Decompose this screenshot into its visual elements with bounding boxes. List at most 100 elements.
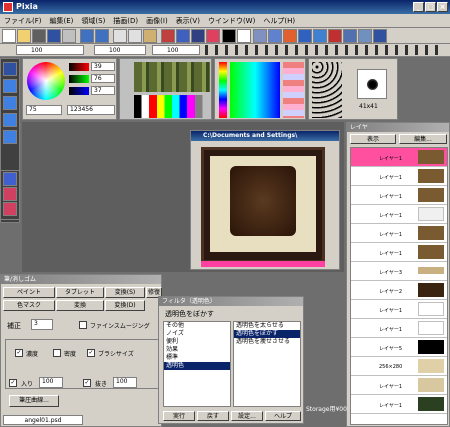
convert-s-tab[interactable]: 変換(S) xyxy=(105,287,145,298)
brush-tool-icon[interactable] xyxy=(161,29,175,43)
close-button[interactable]: × xyxy=(437,2,448,12)
texture-swatches[interactable] xyxy=(134,62,210,92)
brush-grid[interactable] xyxy=(312,62,342,118)
layers-edit-button[interactable]: 編集... xyxy=(399,134,447,144)
size-field-b[interactable]: 100 xyxy=(94,45,146,55)
color-swatch-white-icon[interactable] xyxy=(237,29,251,43)
layer-row[interactable]: レイヤー1 xyxy=(351,205,447,224)
density-checkbox[interactable]: ✓ xyxy=(15,349,23,357)
undo-icon[interactable] xyxy=(80,29,94,43)
eraser-tool-icon[interactable] xyxy=(206,29,220,43)
effect-item[interactable]: 透明色を太らせる xyxy=(234,322,300,330)
paint-tab[interactable]: ペイント xyxy=(3,287,55,298)
copy-icon[interactable] xyxy=(128,29,142,43)
layer-a-icon[interactable] xyxy=(3,172,17,186)
convert-d-tab[interactable]: 変換(D) xyxy=(105,300,145,311)
pen-tool-icon[interactable] xyxy=(191,29,205,43)
hex-value[interactable]: 123456 xyxy=(67,105,115,115)
convert-tab[interactable]: 変換 xyxy=(56,300,104,311)
color-mask-tab[interactable]: 色マスク xyxy=(3,300,55,311)
g-bar[interactable] xyxy=(69,75,89,83)
menu-file[interactable]: ファイル(F) xyxy=(0,14,46,27)
rotate-tool-icon[interactable] xyxy=(313,29,327,43)
layer-row[interactable]: 256×280 xyxy=(351,357,447,376)
alpha-bar[interactable]: 75 xyxy=(26,105,62,115)
square-select-icon[interactable] xyxy=(3,79,17,93)
info-icon[interactable] xyxy=(373,29,387,43)
menu-draw[interactable]: 描画(D) xyxy=(109,14,142,27)
pencil-icon[interactable] xyxy=(3,62,17,76)
layer-row[interactable]: レイヤー1 xyxy=(351,395,447,414)
effect-item[interactable]: 透明色を痩せさせる xyxy=(234,338,300,346)
saturation-field[interactable] xyxy=(230,62,280,118)
line-tool-icon[interactable] xyxy=(3,113,17,127)
in-input[interactable]: 100 xyxy=(39,377,63,388)
layer-row[interactable]: レイヤー1 xyxy=(351,224,447,243)
gradient-swatches[interactable] xyxy=(283,62,304,118)
layer-row[interactable]: レイヤー5 xyxy=(351,338,447,357)
camera-icon[interactable] xyxy=(32,29,46,43)
menu-view[interactable]: 表示(V) xyxy=(172,14,204,27)
category-item[interactable]: 便利 xyxy=(164,338,230,346)
move-tool-icon[interactable] xyxy=(268,29,282,43)
correction-input[interactable]: 3 xyxy=(31,319,53,330)
settings-button[interactable]: 設定... xyxy=(231,411,263,421)
out-checkbox[interactable]: ✓ xyxy=(83,379,91,387)
smoothing-checkbox[interactable] xyxy=(79,321,87,329)
image-frame[interactable] xyxy=(201,147,325,263)
new-file-icon[interactable] xyxy=(2,29,16,43)
pressure-curve-button[interactable]: 筆圧曲線... xyxy=(9,395,59,407)
tablet-tab[interactable]: タブレット xyxy=(56,287,104,298)
grid-tool-icon[interactable] xyxy=(358,29,372,43)
category-item-selected[interactable]: 透明色 xyxy=(164,362,230,370)
effect-item-selected[interactable]: 透明色をぼかす xyxy=(234,330,300,338)
layer-b-icon[interactable] xyxy=(3,187,17,201)
paste-icon[interactable] xyxy=(143,29,157,43)
in-checkbox[interactable]: ✓ xyxy=(9,379,17,387)
menu-window[interactable]: ウインドウ(W) xyxy=(204,14,259,27)
size-field-a[interactable]: 100 xyxy=(16,45,84,55)
color-wheel[interactable] xyxy=(27,62,65,100)
g-value[interactable]: 76 xyxy=(91,74,115,83)
b-bar[interactable] xyxy=(69,87,89,95)
color-swatches[interactable] xyxy=(134,95,210,118)
layer-row[interactable]: レイヤー1 xyxy=(351,243,447,262)
opacity-checkbox[interactable] xyxy=(53,349,61,357)
redo-icon[interactable] xyxy=(95,29,109,43)
save-icon[interactable] xyxy=(47,29,61,43)
undo-button[interactable]: 戻す xyxy=(197,411,229,421)
minimize-button[interactable]: _ xyxy=(413,2,424,12)
brush-shapes-strip[interactable] xyxy=(205,45,445,55)
menu-image[interactable]: 画像(I) xyxy=(142,14,172,27)
hue-slider[interactable] xyxy=(219,62,227,118)
brushsize-checkbox[interactable]: ✓ xyxy=(87,349,95,357)
text-tool-icon[interactable] xyxy=(3,130,17,144)
menu-edit[interactable]: 編集(E) xyxy=(46,14,78,27)
hand-tool-icon[interactable] xyxy=(298,29,312,43)
layer-row[interactable]: レイヤー1 xyxy=(351,167,447,186)
r-bar[interactable] xyxy=(69,63,89,71)
help-button[interactable]: ヘルプ xyxy=(265,411,301,421)
select-tool-icon[interactable] xyxy=(253,29,267,43)
layer-c-icon[interactable] xyxy=(3,202,17,216)
print-icon[interactable] xyxy=(62,29,76,43)
layer-row[interactable]: レイヤー1 xyxy=(351,319,447,338)
out-input[interactable]: 100 xyxy=(113,377,137,388)
zoom-tool-icon[interactable] xyxy=(283,29,297,43)
layer-row[interactable]: レイヤー3 xyxy=(351,262,447,281)
layer-row[interactable]: レイヤー1 xyxy=(351,186,447,205)
b-value[interactable]: 37 xyxy=(91,86,115,95)
cut-icon[interactable] xyxy=(113,29,127,43)
color-swatch-black-icon[interactable] xyxy=(222,29,236,43)
category-item[interactable]: 効果 xyxy=(164,346,230,354)
layer-row[interactable]: レイヤー1 xyxy=(351,376,447,395)
layer-row[interactable]: レイヤー1 xyxy=(351,148,447,167)
layer-row[interactable]: レイヤー1 xyxy=(351,300,447,319)
layer-tool-icon[interactable] xyxy=(343,29,357,43)
maximize-button[interactable]: □ xyxy=(425,2,436,12)
menu-help[interactable]: ヘルプ(H) xyxy=(259,14,299,27)
run-button[interactable]: 実行 xyxy=(163,411,195,421)
filter-tool-icon[interactable] xyxy=(328,29,342,43)
layer-row[interactable]: レイヤー2 xyxy=(351,281,447,300)
category-item[interactable]: 標準 xyxy=(164,354,230,362)
